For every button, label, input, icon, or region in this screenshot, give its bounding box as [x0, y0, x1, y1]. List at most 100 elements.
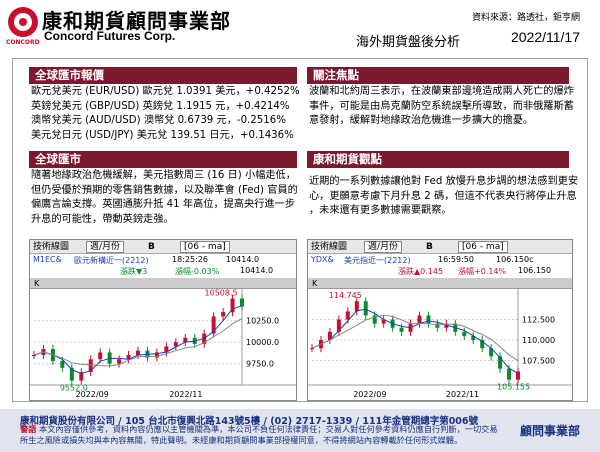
fx-line: 美元兌日元 (USD/JPY) 美元兌 139.51 日元，+0.1436%	[31, 129, 294, 141]
symbol-code: YDX&	[311, 255, 334, 264]
indicator-select[interactable]: [06 - ma]	[180, 241, 230, 253]
candle-body	[417, 315, 422, 324]
k-line-bar: K	[30, 278, 296, 289]
fx-quotes: 歐元兌美元 (EUR/USD) 歐元兌 1.0391 美元，+0.4252% 英…	[31, 85, 301, 143]
candle-body	[310, 348, 314, 350]
market-line: 但仍受優於預期的零售銷售數據，以及聯準會 (Fed) 官員的	[31, 184, 298, 196]
moving-average-line	[311, 314, 519, 362]
high-label: 114.745	[329, 291, 362, 300]
candle-body	[354, 301, 359, 312]
y-tick-label: 112.500	[522, 316, 555, 325]
chart-toolbar-label: 技術線圖	[311, 242, 348, 252]
focus-line: 波蘭和北約周三表示，在波蘭東部邊境造成兩人死亡的爆炸	[309, 86, 574, 97]
disclaimer: 警語 本文內容僅供參考，資料內容仍應以主管機關為準，本公司不負任何法律責任；交易…	[20, 424, 500, 446]
focus-text: 波蘭和北約周三表示，在波蘭東部邊境造成兩人死亡的爆炸 事件，可能是由烏克蘭防空系…	[309, 85, 579, 129]
chart-toolbar: 技術線圖 週/月份 B [06 - ma]	[30, 240, 296, 254]
symbol-code: M1EC&	[33, 255, 62, 264]
view-text: 近期的一系列數據讓他對 Fed 放慢升息步調的想法感到更安 心，更願意考慮下月升…	[309, 175, 579, 219]
view-title: 康和期貨觀點	[307, 151, 569, 168]
warning-text: 本文內容僅供參考，資料內容仍應以主管機關為準，本公司不負任何法律責任；交易人對任…	[20, 424, 498, 445]
price-plot: 10250.010000.09750.02022/09 2022/1110508.…	[30, 289, 296, 399]
quote-info: YDX& 美元指近一(2212) 16:59:50 106.150c 漲跌▲0.…	[308, 254, 572, 278]
quote-price: 10414.0	[226, 255, 260, 264]
market-title: 全球匯市	[29, 151, 297, 168]
low-label: 9552.0	[60, 384, 88, 393]
x-tick-label: 2022/11	[446, 390, 479, 399]
fx-quotes-title: 全球匯市報價	[29, 67, 297, 84]
market-line: 升息的可能性，帶動英鎊走強。	[31, 213, 174, 225]
fx-line: 歐元兌美元 (EUR/USD) 歐元兌 1.0391 美元，+0.4252%	[31, 86, 300, 97]
high-label: 10508.5	[205, 289, 238, 298]
report-header: CONCORD 康和期貨顧問事業部 Concord Futures Corp. …	[0, 0, 600, 58]
candle-body	[399, 327, 404, 332]
view-line: ，未來還有更多數據需要觀察。	[309, 205, 452, 216]
logo-english-name: Concord Futures Corp.	[44, 29, 176, 43]
candle-body	[98, 352, 103, 360]
warning-label: 警語	[20, 424, 37, 434]
quote-time: 18:25:26	[172, 255, 208, 264]
candle-body	[435, 323, 440, 328]
candle-body	[507, 368, 512, 380]
fx-line: 英鎊兌美元 (GBP/USD) 英鎊兌 1.1915 元，+0.4214%	[31, 100, 290, 112]
k-label: K	[312, 279, 318, 288]
change-percent: 漲幅+0.14%	[458, 267, 507, 276]
change-value: 漲跌▼3	[120, 267, 148, 276]
price-plot: 112.500 110.000 107.500 2022/09 2022/11 114.7…	[308, 289, 572, 399]
logo-small-text: CONCORD	[6, 39, 40, 46]
moving-average-line	[311, 308, 519, 374]
period-select[interactable]: 週/月份	[364, 241, 403, 253]
concord-logo-icon	[8, 7, 38, 37]
view-line: 心，更願意考慮下月升息 2 碼，但這不代表央行將停止升息	[309, 190, 577, 202]
quote-price: 106.150c	[496, 255, 534, 264]
footer-brand: 顧問事業部	[519, 424, 580, 438]
report-subtitle: 海外期貨盤後分析	[355, 35, 460, 50]
bold-button[interactable]: B	[426, 240, 433, 254]
data-source: 資料來源：路透社，鉅亨網	[471, 13, 580, 23]
low-label: 105.155	[497, 383, 530, 392]
contract-name: 歐元新構近一(2212)	[74, 256, 149, 265]
chart-toolbar: 技術線圖 週/月份 B [06 - ma]	[308, 240, 572, 254]
last-price: 10414.0	[240, 266, 274, 275]
market-line: 偏鷹言論支撐。英國通膨升抵 41 年高位，提高央行進一步	[31, 199, 295, 210]
k-label: K	[34, 279, 40, 288]
last-price: 106.150	[518, 266, 552, 275]
candle-body	[136, 350, 140, 355]
euro-futures-chart[interactable]: 技術線圖 週/月份 B [06 - ma] M1EC& 歐元新構近一(2212)…	[29, 239, 297, 401]
y-tick-label: 10250.0	[246, 317, 279, 326]
candle-body	[426, 315, 431, 324]
candle-body	[32, 355, 36, 356]
y-tick-label: 10000.0	[246, 338, 279, 347]
change-value: 漲跌▲0.145	[398, 267, 444, 276]
x-tick-label: 2022/11	[169, 390, 202, 399]
focus-line: 意發射，緩解對地緣政治危機進一步擴大的擔憂。	[309, 115, 534, 126]
candle-body	[221, 312, 226, 317]
market-line: 隨著地緣政治危機緩解，美元指數周三 (16 日) 小幅走低，	[31, 170, 296, 181]
contract-name: 美元指近一(2212)	[344, 256, 411, 265]
view-line: 近期的一系列數據讓他對 Fed 放慢升息步調的想法感到更安	[309, 176, 579, 187]
bold-button[interactable]: B	[148, 240, 155, 254]
period-select[interactable]: 週/月份	[86, 241, 125, 253]
focus-title: 關注焦點	[307, 67, 569, 84]
focus-line: 事件，可能是由烏克蘭防空系統誤擊所導致，而非俄羅斯蓄	[309, 100, 574, 112]
fx-line: 澳幣兌美元 (AUD/USD) 澳幣兌 0.6739 元，-0.2516%	[31, 115, 286, 126]
indicator-select[interactable]: [06 - ma]	[458, 241, 508, 253]
market-text: 隨著地緣政治危機緩解，美元指數周三 (16 日) 小幅走低， 但仍受優於預期的零…	[31, 169, 301, 227]
candle-body	[117, 359, 122, 364]
candle-body	[363, 301, 368, 316]
candle-body	[462, 331, 467, 336]
y-tick-label: 9750.0	[246, 360, 274, 369]
report-date: 2022/11/17	[510, 29, 580, 45]
candle-body	[60, 361, 65, 368]
x-tick-label: 2022/09	[353, 390, 386, 399]
y-tick-label: 110.000	[522, 336, 555, 345]
candle-body	[345, 311, 350, 320]
change-percent: 漲幅-0.03%	[175, 267, 220, 276]
candle-body	[240, 298, 244, 307]
quote-time: 16:59:50	[438, 255, 474, 264]
quote-info: M1EC& 歐元新構近一(2212) 18:25:26 10414.0 漲跌▼3…	[30, 254, 296, 278]
dollar-index-chart[interactable]: 技術線圖 週/月份 B [06 - ma] YDX& 美元指近一(2212) 1…	[307, 239, 573, 401]
chart-toolbar-label: 技術線圖	[33, 242, 70, 252]
k-line-bar: K	[308, 278, 572, 289]
y-tick-label: 107.500	[522, 356, 555, 365]
report-body: 全球匯市報價 歐元兌美元 (EUR/USD) 歐元兌 1.0391 美元，+0.…	[12, 58, 588, 402]
